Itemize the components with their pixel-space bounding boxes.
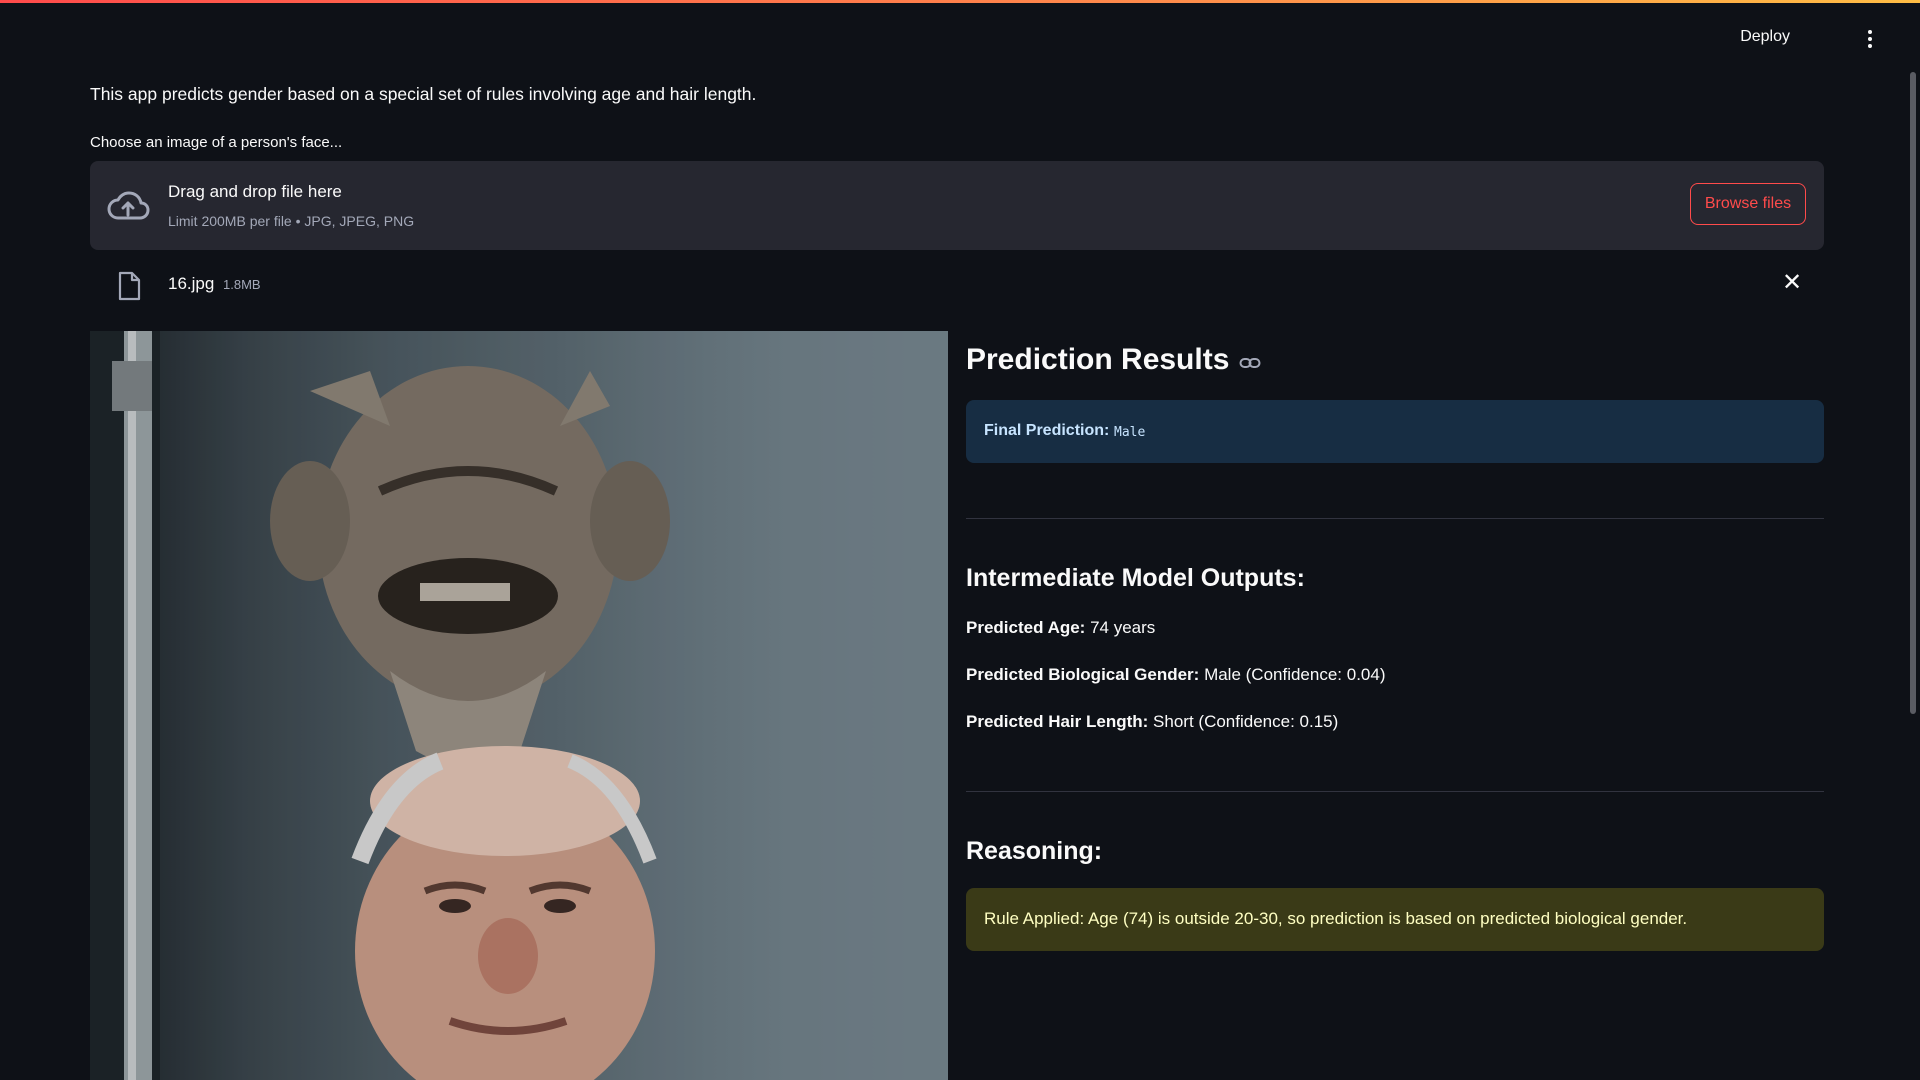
predicted-gender-label: Predicted Biological Gender: xyxy=(966,665,1200,684)
vertical-dots-icon xyxy=(1868,30,1872,34)
uploader-label: Choose an image of a person's face... xyxy=(90,134,343,151)
intro-text: This app predicts gender based on a spec… xyxy=(90,84,757,104)
photo-illustration xyxy=(90,331,948,1080)
remove-file-icon[interactable]: ✕ xyxy=(1780,271,1804,295)
divider xyxy=(966,791,1824,792)
cloud-upload-icon xyxy=(107,191,150,220)
reasoning-box: Rule Applied: Age (74) is outside 20-30,… xyxy=(966,888,1824,951)
divider xyxy=(966,518,1824,519)
results-title: Prediction Results xyxy=(966,343,1261,377)
uploaded-file-row: 16.jpg 1.8MB ✕ xyxy=(90,265,1824,305)
app-header: Deploy xyxy=(0,3,1920,73)
predicted-gender-value: Male (Confidence: 0.04) xyxy=(1204,665,1386,684)
link-icon[interactable] xyxy=(1239,356,1261,370)
reasoning-heading: Reasoning: xyxy=(966,837,1103,865)
page-scrollbar[interactable] xyxy=(1910,72,1916,714)
deploy-button[interactable]: Deploy xyxy=(1740,28,1790,46)
predicted-hair-value: Short (Confidence: 0.15) xyxy=(1153,712,1339,731)
file-icon xyxy=(118,271,141,301)
predicted-age-label: Predicted Age: xyxy=(966,618,1086,637)
results-title-text: Prediction Results xyxy=(966,343,1230,376)
predicted-hair-label: Predicted Hair Length: xyxy=(966,712,1149,731)
intermediate-outputs-heading: Intermediate Model Outputs: xyxy=(966,564,1305,592)
final-prediction-label: Final Prediction: xyxy=(984,422,1110,439)
predicted-age-value: 74 years xyxy=(1090,618,1156,637)
file-name: 16.jpg xyxy=(168,274,215,293)
main-menu-button[interactable] xyxy=(1860,27,1880,51)
dropzone-title: Drag and drop file here xyxy=(168,182,342,201)
file-dropzone[interactable]: Drag and drop file here Limit 200MB per … xyxy=(90,161,1824,250)
file-size: 1.8MB xyxy=(223,277,261,292)
predicted-age: Predicted Age: 74 years xyxy=(966,618,1155,638)
browse-files-button[interactable]: Browse files xyxy=(1690,183,1806,225)
uploaded-face-image xyxy=(90,331,948,1080)
reasoning-text: Rule Applied: Age (74) is outside 20-30,… xyxy=(984,909,1688,928)
predicted-gender: Predicted Biological Gender: Male (Confi… xyxy=(966,665,1386,685)
final-prediction-box: Final Prediction: Male xyxy=(966,400,1824,463)
predicted-hair-length: Predicted Hair Length: Short (Confidence… xyxy=(966,712,1338,732)
final-prediction-value: Male xyxy=(1114,425,1146,440)
dropzone-limits: Limit 200MB per file • JPG, JPEG, PNG xyxy=(168,213,415,229)
